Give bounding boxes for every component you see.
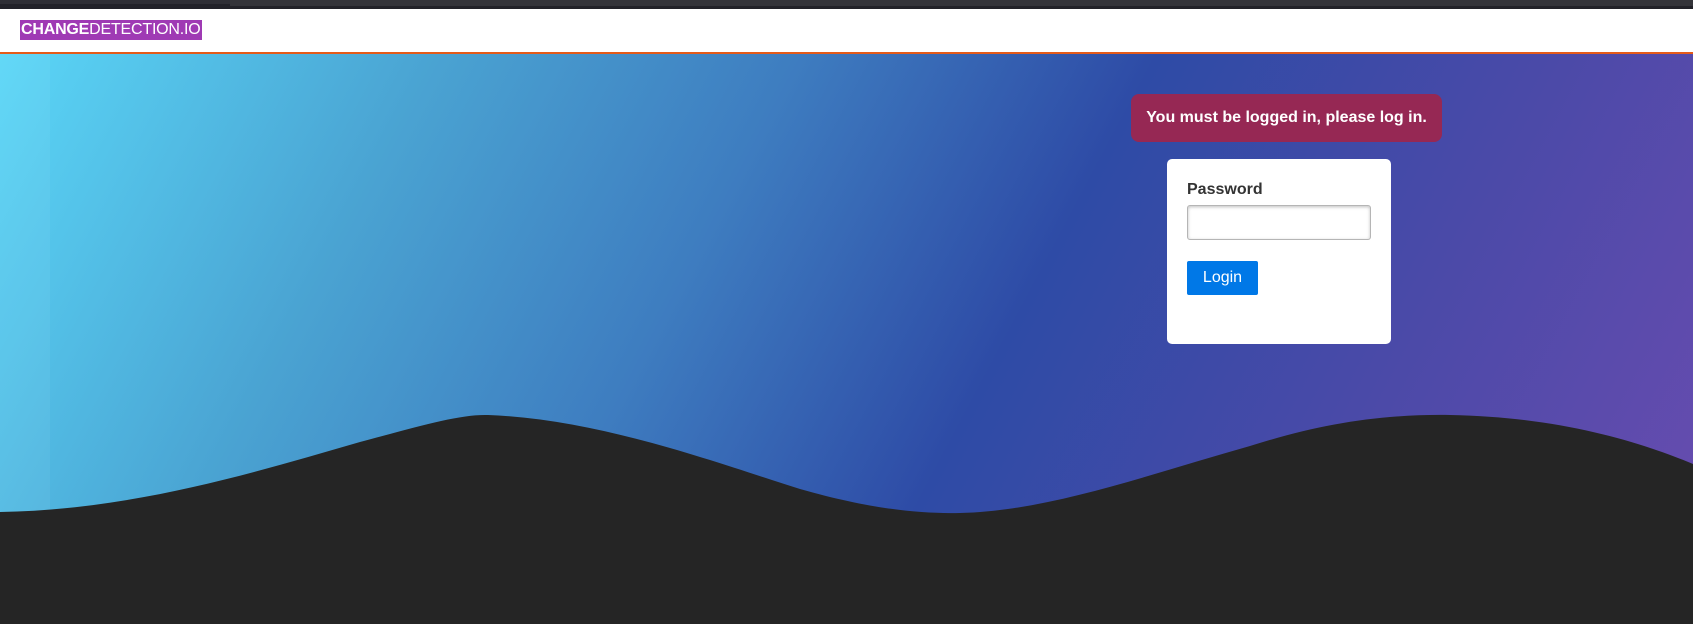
site-header: CHANGEDETECTION.IO bbox=[0, 9, 1693, 54]
logo-light-text: DETECTION.IO bbox=[89, 21, 201, 38]
login-button[interactable]: Login bbox=[1187, 261, 1258, 295]
site-logo-link[interactable]: CHANGEDETECTION.IO bbox=[20, 20, 202, 40]
password-input[interactable] bbox=[1187, 205, 1371, 240]
top-strip-right-segment bbox=[230, 0, 1693, 6]
browser-top-strip bbox=[0, 0, 1693, 9]
top-strip-left-segment bbox=[0, 0, 230, 4]
password-label: Password bbox=[1187, 181, 1263, 198]
logo-strong-text: CHANGE bbox=[21, 21, 90, 38]
flash-error-message: You must be logged in, please log in. bbox=[1131, 94, 1442, 142]
wave-shape bbox=[0, 414, 1693, 624]
login-form: Password Login bbox=[1167, 159, 1391, 344]
